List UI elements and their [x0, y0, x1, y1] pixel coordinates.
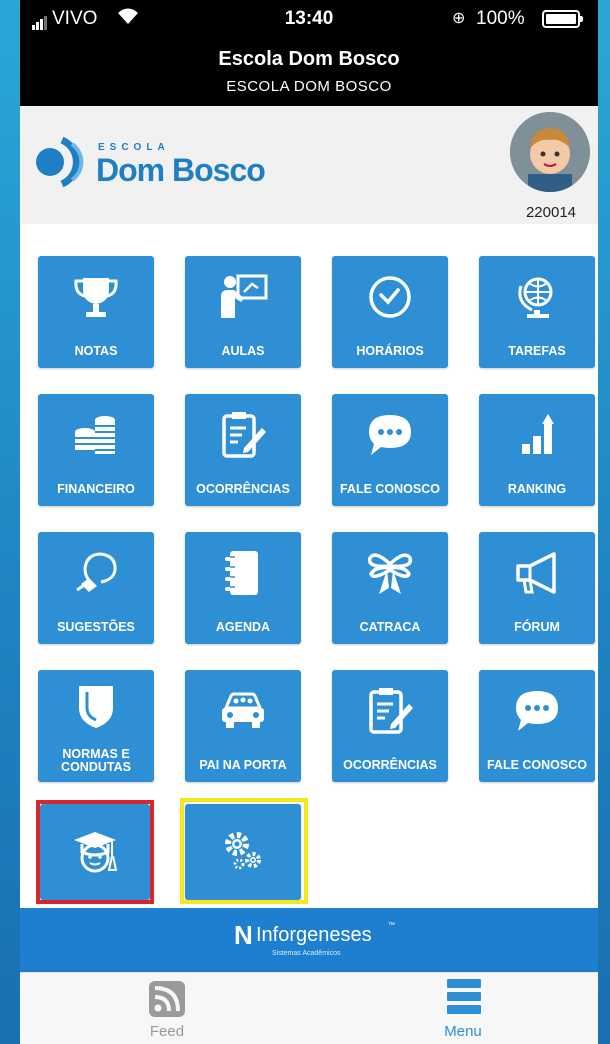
tab-feed[interactable]: Feed — [92, 973, 242, 1044]
school-logo: ESCOLA Dom Bosco — [32, 132, 282, 192]
menu-item-label: FÓRUM — [514, 620, 560, 634]
menu-item-notas[interactable]: NOTAS — [38, 256, 154, 368]
menu-item-label: FALE CONOSCO — [486, 758, 587, 772]
brand-tagline: Sistemas Acadêmicos — [272, 950, 341, 957]
tab-menu-label: Menu — [444, 1023, 482, 1040]
menu-item-fale-conosco[interactable]: FALE CONOSCO — [332, 394, 448, 506]
trademark-icon: ™ — [388, 922, 395, 929]
menu-item-label: FALE CONOSCO — [339, 482, 440, 496]
clock-icon — [369, 276, 411, 318]
trophy-icon — [74, 278, 118, 317]
ranking-chart-icon — [522, 414, 554, 454]
menu-item-forum[interactable]: FÓRUM — [479, 532, 595, 644]
megaphone-icon — [516, 552, 556, 594]
top-bar: VIVO 13:40 ⊕ 100% Escola Dom Bosco ESCOL… — [20, 0, 598, 106]
highlight-frame-yellow — [180, 798, 308, 904]
menu-item-label: NOTAS — [74, 344, 118, 358]
page-subtitle: ESCOLA DOM BOSCO — [226, 78, 392, 95]
shield-icon — [79, 686, 113, 728]
phone-screen: VIVO 13:40 ⊕ 100% Escola Dom Bosco ESCOL… — [20, 0, 598, 1044]
chat-bubble-icon — [516, 691, 558, 731]
rss-feed-icon — [149, 981, 185, 1017]
menu-item-agenda[interactable]: AGENDA — [185, 532, 301, 644]
menu-item-label: TAREFAS — [508, 344, 566, 358]
rotation-lock-icon: ⊕ — [452, 10, 466, 27]
clipboard-edit-icon — [369, 688, 413, 734]
avatar[interactable] — [510, 112, 590, 192]
tab-feed-label: Feed — [149, 1023, 185, 1040]
menu-item-ranking[interactable]: RANKING — [479, 394, 595, 506]
menu-item-horarios[interactable]: HORÁRIOS — [332, 256, 448, 368]
logo-mark-icon — [36, 136, 84, 188]
menu-item-ocorrencias-2[interactable]: OCORRÊNCIAS — [332, 670, 448, 782]
brand-logo-icon: N — [234, 920, 253, 950]
tab-bar: Feed Menu — [20, 972, 598, 1044]
coins-icon — [75, 416, 115, 454]
highlight-frame-red — [36, 800, 154, 904]
battery-icon — [542, 10, 583, 28]
menu-item-fale-conosco-2[interactable]: FALE CONOSCO — [479, 670, 595, 782]
menu-item-label: RANKING — [507, 482, 567, 496]
menu-item-catraca[interactable]: CATRACA — [332, 532, 448, 644]
menu-item-label: SUGESTÕES — [57, 620, 135, 634]
ribbon-icon — [367, 553, 413, 594]
menu-item-label: NORMAS E CONDUTAS — [61, 747, 131, 774]
menu-item-label: AULAS — [221, 344, 265, 358]
menu-item-label: PAI NA PORTA — [199, 758, 287, 772]
menu-item-financeiro[interactable]: FINANCEIRO — [38, 394, 154, 506]
menu-item-aulas[interactable]: AULAS — [185, 256, 301, 368]
menu-icon — [447, 979, 481, 1015]
logo-text-big: Dom Bosco — [96, 152, 266, 188]
school-header: ESCOLA Dom Bosco 220014 — [20, 106, 598, 224]
status-bar: VIVO 13:40 ⊕ 100% — [20, 0, 598, 40]
menu-item-label: FINANCEIRO — [57, 482, 135, 496]
brand-bar: N Inforgeneses ™ Sistemas Acadêmicos — [20, 908, 598, 972]
clipboard-edit-icon — [222, 412, 266, 458]
menu-item-label: CATRACA — [359, 620, 421, 634]
menu-item-tarefas[interactable]: TAREFAS — [479, 256, 595, 368]
page-title: Escola Dom Bosco — [218, 48, 400, 70]
user-id: 220014 — [525, 204, 577, 221]
notebook-icon — [225, 551, 258, 595]
menu-item-label: OCORRÊNCIAS — [343, 758, 437, 772]
menu-item-label: AGENDA — [215, 620, 271, 634]
menu-item-sugestoes[interactable]: SUGESTÕES — [38, 532, 154, 644]
menu-item-pai-na-porta[interactable]: PAI NA PORTA — [185, 670, 301, 782]
tab-menu[interactable]: Menu — [388, 973, 538, 1044]
teacher-board-icon — [221, 274, 268, 318]
brand-name: Inforgeneses — [256, 924, 372, 946]
menu-item-label: OCORRÊNCIAS — [196, 482, 290, 496]
chat-bubble-icon — [369, 415, 411, 455]
car-family-icon — [222, 692, 264, 728]
menu-item-normas-e-condutas[interactable]: NORMAS E CONDUTAS — [38, 670, 154, 782]
menu-item-ocorrencias[interactable]: OCORRÊNCIAS — [185, 394, 301, 506]
menu-item-label: HORÁRIOS — [356, 344, 424, 358]
child-avatar-icon — [510, 112, 590, 192]
lightbulb-icon — [76, 552, 117, 592]
battery-percent: 100% — [476, 8, 525, 29]
globe-icon — [518, 277, 553, 318]
